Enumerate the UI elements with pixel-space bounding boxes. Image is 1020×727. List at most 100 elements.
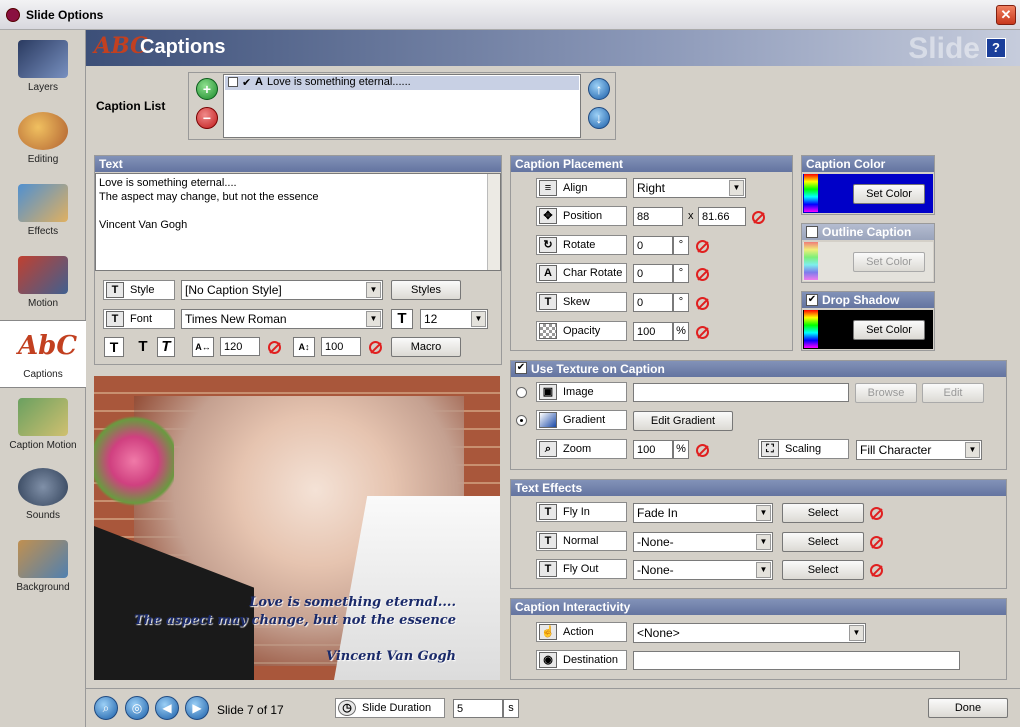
outline-caption-checkbox[interactable] <box>806 226 818 238</box>
chevron-down-icon: ▼ <box>756 534 771 550</box>
rotate-input[interactable]: 0 <box>633 236 673 255</box>
reset-icon[interactable] <box>870 564 883 577</box>
sounds-icon <box>18 468 68 506</box>
normal-label: T Normal <box>536 531 627 551</box>
opacity-label: Opacity <box>536 321 627 341</box>
destination-input[interactable] <box>633 651 960 670</box>
reset-icon[interactable] <box>870 507 883 520</box>
opacity-input[interactable]: 100 <box>633 322 673 341</box>
chevron-down-icon: ▼ <box>366 311 381 327</box>
image-radio[interactable] <box>516 387 527 398</box>
scaling-select[interactable]: Fill Character ▼ <box>856 440 982 460</box>
macro-button[interactable]: Macro <box>391 337 461 357</box>
caption-visible-checkbox[interactable] <box>228 77 238 87</box>
slide-duration-input[interactable]: 5 <box>453 699 503 718</box>
drop-shadow-title: Drop Shadow <box>802 292 934 308</box>
edit-image-button[interactable]: Edit <box>922 383 984 403</box>
reset-icon[interactable] <box>696 268 709 281</box>
preview-icon[interactable]: ◎ <box>125 696 149 720</box>
sidebar-item-label: Motion <box>27 298 58 309</box>
align-select[interactable]: Right ▼ <box>633 178 746 198</box>
position-y-input[interactable]: 81.66 <box>698 207 746 226</box>
image-label: ▣ Image <box>536 382 627 402</box>
list-item[interactable]: ✔ A Love is something eternal...... <box>225 76 579 90</box>
zoom-input[interactable]: 100 <box>633 440 673 459</box>
sidebar-item-editing[interactable]: Editing <box>0 106 86 174</box>
line-spacing-input[interactable]: 100 <box>321 337 361 356</box>
slide-counter: Slide 7 of 17 <box>217 703 284 717</box>
reset-icon[interactable] <box>369 341 382 354</box>
skew-input[interactable]: 0 <box>633 293 673 312</box>
degree-unit: ° <box>673 293 689 312</box>
sidebar-item-effects[interactable]: Effects <box>0 178 86 246</box>
reset-icon[interactable] <box>696 240 709 253</box>
reset-icon[interactable] <box>696 444 709 457</box>
add-caption-button[interactable]: + <box>196 78 218 100</box>
drop-shadow-checkbox[interactable]: ✔ <box>806 294 818 306</box>
italic-button[interactable]: T <box>157 337 175 357</box>
fly-out-select[interactable]: -None- ▼ <box>633 560 773 580</box>
bold-button[interactable]: T <box>135 337 151 357</box>
use-texture-checkbox[interactable]: ✔ <box>515 362 527 374</box>
image-path-input[interactable] <box>633 383 849 402</box>
sidebar-item-background[interactable]: Background <box>0 534 86 602</box>
previous-slide-icon[interactable]: ◀ <box>155 696 179 720</box>
text-scrollbar[interactable] <box>487 174 500 270</box>
font-size-select[interactable]: 12 ▼ <box>420 309 488 329</box>
sidebar-item-captions[interactable]: AbC Captions <box>0 320 86 388</box>
text-effects-title: Text Effects <box>511 480 1006 496</box>
sidebar-item-sounds[interactable]: Sounds <box>0 462 86 530</box>
position-x-input[interactable]: 88 <box>633 207 683 226</box>
text-format-icon[interactable]: T <box>104 337 124 357</box>
percent-unit: % <box>673 322 689 341</box>
gradient-radio[interactable] <box>516 415 527 426</box>
set-caption-color-button[interactable]: Set Color <box>853 184 925 204</box>
reset-icon[interactable] <box>696 297 709 310</box>
destination-icon: ◉ <box>539 652 557 668</box>
rotate-label: ↻ Rotate <box>536 235 627 255</box>
captions-logo-icon: ABC <box>94 33 148 59</box>
set-shadow-color-button[interactable]: Set Color <box>853 320 925 340</box>
browse-button[interactable]: Browse <box>855 383 917 403</box>
app-icon <box>6 8 20 22</box>
sidebar-item-layers[interactable]: Layers <box>0 34 86 102</box>
done-button[interactable]: Done <box>928 698 1008 718</box>
normal-icon: T <box>539 533 557 549</box>
zoom-in-icon[interactable]: ⌕ <box>94 696 118 720</box>
set-outline-color-button[interactable]: Set Color <box>853 252 925 272</box>
slide-preview: Love is something eternal.... The aspect… <box>94 376 500 680</box>
edit-gradient-button[interactable]: Edit Gradient <box>633 411 733 431</box>
chevron-down-icon: ▼ <box>965 442 980 458</box>
line-spacing-icon: A↕ <box>293 337 315 357</box>
caption-text-area[interactable]: Love is something eternal.... The aspect… <box>95 173 501 271</box>
font-select[interactable]: Times New Roman ▼ <box>181 309 383 329</box>
reset-icon[interactable] <box>870 536 883 549</box>
character-spacing-input[interactable]: 120 <box>220 337 260 356</box>
action-select[interactable]: <None> ▼ <box>633 623 866 643</box>
remove-caption-button[interactable]: − <box>196 107 218 129</box>
reset-icon[interactable] <box>268 341 281 354</box>
reset-icon[interactable] <box>752 211 765 224</box>
style-select[interactable]: [No Caption Style] ▼ <box>181 280 383 300</box>
next-slide-icon[interactable]: ▶ <box>185 696 209 720</box>
move-up-button[interactable]: ↑ <box>588 78 610 100</box>
styles-button[interactable]: Styles <box>391 280 461 300</box>
caption-list[interactable]: ✔ A Love is something eternal...... <box>223 74 581 138</box>
fly-out-icon: T <box>539 561 557 577</box>
fly-out-select-button[interactable]: Select <box>782 560 864 580</box>
close-button[interactable]: ✕ <box>996 5 1016 25</box>
action-label: ☝ Action <box>536 622 627 642</box>
color-spectrum-icon <box>804 242 818 280</box>
sidebar-item-motion[interactable]: Motion <box>0 250 86 318</box>
normal-select-button[interactable]: Select <box>782 532 864 552</box>
fly-in-select-button[interactable]: Select <box>782 503 864 523</box>
sidebar-item-label: Caption Motion <box>9 440 77 451</box>
reset-icon[interactable] <box>696 326 709 339</box>
move-down-button[interactable]: ↓ <box>588 107 610 129</box>
character-spacing-icon: A↔ <box>192 337 214 357</box>
normal-select[interactable]: -None- ▼ <box>633 532 773 552</box>
sidebar-item-caption-motion[interactable]: Caption Motion <box>0 392 86 460</box>
char-rotate-input[interactable]: 0 <box>633 264 673 283</box>
help-button[interactable]: ? <box>986 38 1006 58</box>
fly-in-select[interactable]: Fade In ▼ <box>633 503 773 523</box>
